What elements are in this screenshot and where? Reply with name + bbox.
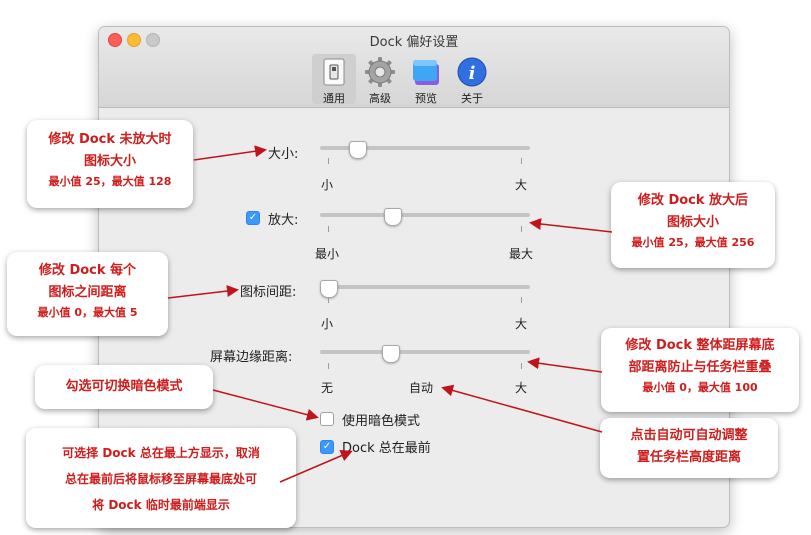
callout-spacing-line2: 图标之间距离	[48, 285, 127, 300]
size-slider-knob[interactable]	[349, 141, 368, 159]
magnification-label: 放大:	[268, 213, 299, 228]
callout-size: 修改 Dock 未放大时 图标大小 最小值 25，最大值 128	[27, 120, 193, 208]
dark-mode-checkbox[interactable]	[320, 412, 334, 426]
icon-spacing-slider-track[interactable]	[320, 285, 530, 289]
screen-edge-slider-max-tick	[521, 363, 522, 369]
titlebar: Dock 偏好设置 通用 高级 预览 i 关于	[99, 27, 729, 108]
icon-spacing-max-label: 大	[515, 317, 528, 331]
size-min-label: 小	[321, 178, 334, 192]
screen-edge-label: 屏幕边缘距离:	[210, 350, 293, 365]
screen-edge-slider-track[interactable]	[320, 350, 530, 354]
tab-general[interactable]: 通用	[312, 54, 356, 105]
callout-top-line1: 可选择 Dock 总在最上方显示，取消	[62, 446, 260, 460]
callout-size-line2: 图标大小	[83, 154, 136, 169]
magnification-slider-min-tick	[328, 226, 329, 232]
callout-auto-line2: 置任务栏高度距离	[636, 450, 741, 465]
dark-mode-label: 使用暗色模式	[342, 414, 421, 429]
always-on-top-label: Dock 总在最前	[342, 441, 431, 456]
callout-edge-line1: 修改 Dock 整体距屏幕底	[625, 338, 775, 353]
tab-about[interactable]: i 关于	[450, 54, 494, 105]
magnification-checkbox[interactable]: ✓	[246, 211, 260, 225]
callout-spacing: 修改 Dock 每个 图标之间距离 最小值 0，最大值 5	[7, 252, 168, 336]
icon-spacing-label: 图标间距:	[240, 285, 297, 300]
callout-auto: 点击自动可自动调整 置任务栏高度距离	[600, 418, 778, 478]
callout-spacing-sub: 最小值 0，最大值 5	[37, 306, 138, 319]
callout-auto-line1: 点击自动可自动调整	[630, 428, 748, 443]
tab-advanced[interactable]: 高级	[358, 54, 402, 105]
callout-top: 可选择 Dock 总在最上方显示，取消 总在最前后将鼠标移至屏幕最底处可 将 D…	[26, 428, 296, 528]
tab-about-label: 关于	[461, 92, 483, 105]
icon-spacing-slider-min-tick	[328, 297, 329, 303]
always-on-top-checkbox[interactable]: ✓	[320, 440, 334, 454]
magnification-slider-track[interactable]	[320, 213, 530, 217]
callout-top-line3: 将 Dock 临时最前端显示	[92, 498, 230, 512]
icon-spacing-slider-knob[interactable]	[320, 280, 338, 298]
svg-text:i: i	[469, 63, 476, 84]
callout-edge: 修改 Dock 整体距屏幕底 部距离防止与任务栏重叠 最小值 0，最大值 100	[601, 328, 799, 412]
preview-icon	[413, 60, 439, 85]
callout-dark-line1: 勾选可切换暗色模式	[65, 379, 183, 394]
callout-size-line1: 修改 Dock 未放大时	[48, 132, 172, 147]
screen-edge-slider-min-tick	[328, 363, 329, 369]
icon-spacing-slider-max-tick	[521, 297, 522, 303]
magnification-slider-max-tick	[521, 226, 522, 232]
icon-spacing-min-label: 小	[321, 317, 334, 331]
size-slider-max-tick	[521, 158, 522, 164]
callout-top-line2: 总在最前后将鼠标移至屏幕最底处可	[64, 472, 257, 486]
callout-magnify-sub: 最小值 25，最大值 256	[631, 236, 755, 249]
gear-icon	[365, 57, 395, 87]
callout-magnify: 修改 Dock 放大后 图标大小 最小值 25，最大值 256	[611, 182, 775, 268]
callout-magnify-line2: 图标大小	[666, 215, 719, 230]
tab-advanced-label: 高级	[369, 92, 391, 105]
window-title: Dock 偏好设置	[369, 35, 459, 50]
info-icon: i	[457, 57, 487, 87]
screen-edge-none-label: 无	[321, 381, 334, 395]
magnification-min-label: 最小	[315, 247, 340, 261]
size-slider-min-tick	[328, 158, 329, 164]
callout-dark: 勾选可切换暗色模式	[35, 365, 213, 409]
callout-magnify-line1: 修改 Dock 放大后	[637, 193, 749, 208]
screen-edge-max-label: 大	[515, 381, 528, 395]
screen-edge-auto-button[interactable]: 自动	[409, 379, 433, 396]
callout-spacing-line1: 修改 Dock 每个	[38, 263, 137, 278]
tab-general-label: 通用	[323, 92, 345, 105]
switch-icon	[323, 58, 345, 86]
tab-preview[interactable]: 预览	[404, 54, 448, 105]
size-max-label: 大	[515, 178, 528, 192]
size-label: 大小:	[268, 147, 299, 162]
callout-edge-line2: 部距离防止与任务栏重叠	[628, 360, 772, 375]
magnification-slider-knob[interactable]	[384, 208, 403, 226]
callout-size-sub: 最小值 25，最大值 128	[48, 175, 172, 188]
tab-preview-label: 预览	[415, 92, 437, 105]
magnification-max-label: 最大	[509, 247, 534, 261]
callout-edge-sub: 最小值 0，最大值 100	[642, 381, 758, 394]
screen-edge-slider-knob[interactable]	[382, 345, 401, 363]
